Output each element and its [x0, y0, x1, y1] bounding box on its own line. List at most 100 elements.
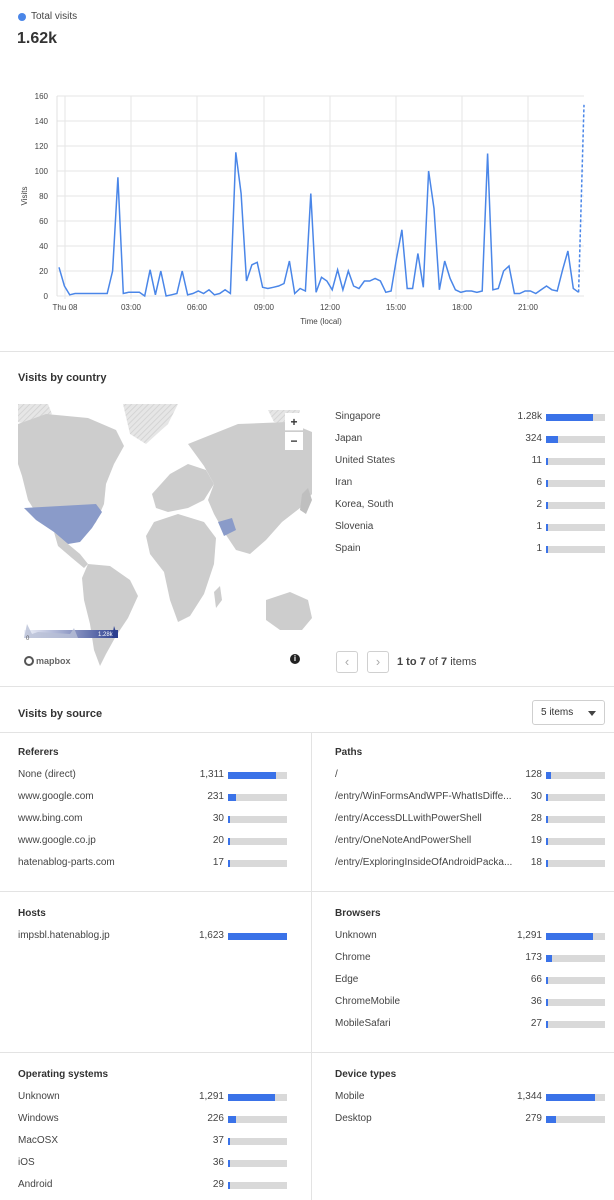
os-row-value: 37 [212, 1135, 224, 1146]
browsers-row-value: 27 [530, 1018, 542, 1029]
os-row-value: 29 [212, 1179, 224, 1190]
browsers-row-label: ChromeMobile [335, 996, 401, 1007]
devices-row-bar-fill [546, 1116, 557, 1123]
country-row-label: Korea, South [335, 499, 394, 510]
browsers-row-bar [546, 933, 605, 940]
country-row-value: 1 [536, 521, 542, 532]
hosts-row-bar-fill [228, 933, 287, 940]
country-row-bar-fill [546, 546, 548, 553]
x-tick-label: Thu 08 [53, 303, 78, 312]
browsers-row-label: Chrome [335, 952, 371, 963]
y-tick-label: 20 [39, 267, 48, 276]
paths-row-bar-fill [546, 794, 548, 801]
pager-prev-button[interactable]: ‹ [336, 651, 358, 673]
referers-row-bar-fill [228, 772, 276, 779]
referers-row-value: 17 [212, 857, 224, 868]
devices-row-bar-fill [546, 1094, 595, 1101]
mapbox-logo[interactable]: mapbox [24, 654, 71, 668]
browsers-panel-title: Browsers [335, 908, 381, 919]
paths-row-label: /entry/OneNoteAndPowerShell [335, 835, 472, 846]
paths-row-label: /entry/AccessDLLwithPowerShell [335, 813, 482, 824]
paths-row-value: 28 [530, 813, 542, 824]
paths-row-label: /entry/ExploringInsideOfAndroidPacka... [335, 857, 513, 868]
browsers-row-label: Unknown [335, 930, 377, 941]
paths-row-value: 19 [530, 835, 542, 846]
os-row-value: 1,291 [198, 1091, 224, 1102]
country-row-label: Spain [335, 543, 361, 554]
paths-row-bar-fill [546, 772, 551, 779]
legend-dot-icon [18, 13, 26, 21]
x-tick-label: 21:00 [518, 303, 539, 312]
country-section-title: Visits by country [18, 372, 107, 384]
referers-row-label: www.google.com [18, 791, 94, 802]
y-axis-title: Visits [20, 187, 29, 206]
paths-row-label: /entry/WinFormsAndWPF-WhatIsDiffe... [335, 791, 512, 802]
browsers-row-value: 173 [525, 952, 542, 963]
world-map[interactable]: + − 0 1.28k mapbox i [18, 404, 312, 672]
paths-row-value: 128 [525, 769, 542, 780]
paths-row-value: 30 [530, 791, 542, 802]
browsers-row-bar [546, 999, 605, 1006]
devices-row-bar [546, 1116, 605, 1123]
devices-row-label: Desktop [335, 1113, 372, 1124]
country-row-bar-fill [546, 414, 593, 421]
os-row-label: Android [18, 1179, 53, 1190]
map-legend-max: 1.28k [98, 632, 113, 638]
referers-row-value: 20 [212, 835, 224, 846]
pager-status: 1 to 7 of 7 items [397, 656, 477, 668]
mapbox-logo-icon [24, 656, 34, 666]
y-tick-label: 100 [35, 167, 49, 176]
items-per-page-select[interactable]: 5 items [532, 700, 605, 725]
country-row-value: 11 [531, 455, 542, 466]
browsers-row-bar-fill [546, 977, 549, 984]
browsers-row-value: 36 [530, 996, 542, 1007]
map-info-icon[interactable]: i [290, 654, 300, 664]
country-row-bar [546, 436, 605, 443]
browsers-row-value: 1,291 [516, 930, 542, 941]
os-row-label: iOS [18, 1157, 35, 1168]
map-zoom-out-button[interactable]: − [285, 432, 303, 450]
y-tick-label: 0 [44, 292, 49, 301]
referers-row-value: 30 [212, 813, 224, 824]
os-row-bar-fill [228, 1160, 230, 1167]
map-zoom-in-button[interactable]: + [285, 413, 303, 431]
os-row-label: MacOSX [18, 1135, 59, 1146]
browsers-row-bar-fill [546, 1021, 548, 1028]
country-row-value: 6 [536, 477, 542, 488]
browsers-row-bar-fill [546, 999, 548, 1006]
paths-row-bar [546, 772, 605, 779]
country-row-bar-fill [546, 480, 548, 487]
country-row-bar [546, 502, 605, 509]
paths-row-bar-fill [546, 860, 548, 867]
y-tick-label: 160 [35, 92, 49, 101]
os-row-label: Unknown [18, 1091, 60, 1102]
country-row-value: 2 [536, 499, 542, 510]
referers-row-bar [228, 794, 287, 801]
browsers-row-bar-fill [546, 955, 553, 962]
chevron-down-icon [588, 711, 596, 716]
country-row-label: Iran [335, 477, 353, 488]
referers-row-value: 231 [207, 791, 224, 802]
os-panel-title: Operating systems [18, 1069, 109, 1080]
hosts-panel-title: Hosts [18, 908, 46, 919]
country-row-bar [546, 458, 605, 465]
browsers-row-bar [546, 977, 605, 984]
country-row-bar [546, 414, 605, 421]
os-row-label: Windows [18, 1113, 59, 1124]
referers-row-label: www.bing.com [18, 813, 83, 824]
os-row-bar-fill [228, 1116, 237, 1123]
browsers-row-label: MobileSafari [335, 1018, 391, 1029]
items-per-page-value: 5 items [541, 707, 574, 718]
os-row-bar-fill [228, 1182, 230, 1189]
referers-row-label: hatenablog-parts.com [18, 857, 115, 868]
referers-row-bar [228, 838, 287, 845]
os-row-bar-fill [228, 1138, 230, 1145]
os-row-bar [228, 1160, 287, 1167]
total-visits-value: 1.62k [17, 30, 58, 47]
browsers-row-value: 66 [530, 974, 542, 985]
country-row-bar-fill [546, 458, 548, 465]
pager-next-button[interactable]: › [367, 651, 389, 673]
referers-row-bar [228, 772, 287, 779]
hosts-row-value: 1,623 [198, 930, 224, 941]
paths-row-bar [546, 816, 605, 823]
